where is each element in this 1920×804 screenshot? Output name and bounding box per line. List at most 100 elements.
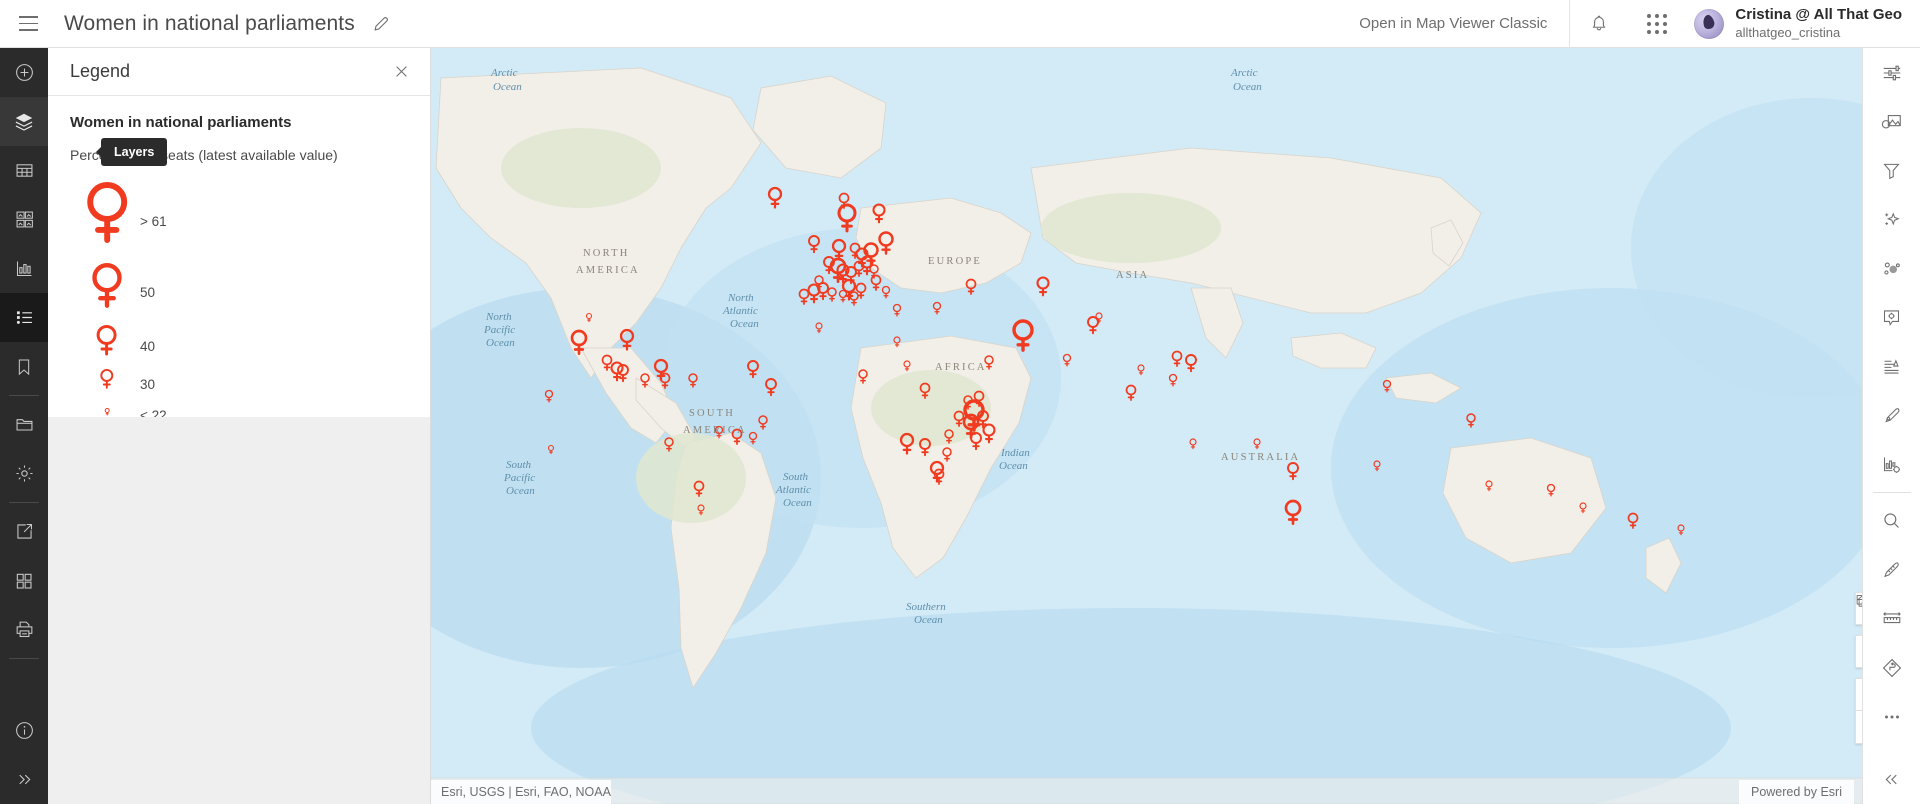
svg-text:Ocean: Ocean [730, 318, 759, 330]
map-viewer-app: Women in national parliaments Open in Ma… [0, 0, 1920, 804]
sidebar-item-tables[interactable] [0, 146, 48, 195]
svg-text:Atlantic: Atlantic [722, 305, 758, 317]
labels-icon[interactable] [1863, 342, 1920, 391]
sidebar-item-layers[interactable] [0, 97, 48, 146]
legend-label: > 61 [140, 214, 167, 230]
svg-text:Arctic: Arctic [1230, 67, 1258, 79]
search-magnifier-icon[interactable] [1863, 496, 1920, 545]
legend-symbol-3 [74, 324, 140, 369]
legend-row: > 61 [74, 181, 408, 262]
sidebar-item-legend[interactable] [0, 293, 48, 342]
grid-apps-icon[interactable] [1628, 0, 1686, 48]
map-canvas[interactable]: Arctic Ocean Arctic Ocean North Atlantic Oce… [431, 48, 1920, 804]
layers-tooltip: Layers [95, 138, 168, 166]
svg-text:Pacific: Pacific [503, 472, 535, 484]
map-attribution: Esri, USGS | Esri, FAO, NOAA [431, 780, 611, 804]
left-toolbar [0, 48, 48, 804]
close-icon[interactable] [388, 59, 414, 85]
sidebar-item-print[interactable] [0, 605, 48, 654]
svg-text:Ocean: Ocean [1233, 81, 1262, 93]
app-header: Women in national parliaments Open in Ma… [0, 0, 1920, 48]
sidebar-item-about[interactable] [0, 706, 48, 755]
svg-text:AFRICA: AFRICA [935, 362, 987, 373]
svg-text:AMERICA: AMERICA [576, 265, 640, 276]
svg-text:ASIA: ASIA [1116, 270, 1149, 281]
legend-symbol-2 [74, 262, 140, 324]
svg-text:Ocean: Ocean [493, 81, 522, 93]
pencil-ruler-icon[interactable] [1863, 545, 1920, 594]
sidebar-item-basemap[interactable] [0, 195, 48, 244]
media-image-icon[interactable] [1863, 97, 1920, 146]
map-graphic: ArcticOcean ArcticOcean NorthAtlanticOce… [431, 48, 1920, 804]
powered-by-esri: Powered by Esri [1738, 780, 1854, 804]
legend-panel-empty-area [48, 417, 430, 804]
effects-sparkle-icon[interactable] [1863, 195, 1920, 244]
legend-symbol-4 [74, 368, 140, 400]
user-account-button[interactable]: Cristina @ All That Geo allthatgeo_crist… [1686, 0, 1920, 48]
right-rail-divider [1872, 492, 1911, 493]
svg-text:Arctic: Arctic [490, 67, 518, 79]
legend-label: 40 [140, 338, 156, 354]
ellipsis-icon[interactable] [1863, 692, 1920, 741]
legend-panel-title: Legend [70, 61, 131, 81]
user-info: Cristina @ All That Geo allthatgeo_crist… [1735, 6, 1902, 41]
rail-divider [9, 395, 39, 396]
svg-text:SOUTH: SOUTH [689, 408, 735, 419]
avatar [1694, 8, 1725, 39]
user-handle: allthatgeo_cristina [1735, 24, 1841, 40]
styles-sliders-icon[interactable] [1863, 48, 1920, 97]
legend-layer-title: Women in national parliaments [70, 114, 292, 131]
sidebar-item-add-layer[interactable] [0, 48, 48, 97]
sidebar-item-folder[interactable] [0, 400, 48, 449]
rail-divider-2 [9, 502, 39, 503]
svg-text:AUSTRALIA: AUSTRALIA [1221, 452, 1300, 463]
legend-row: 50 [74, 262, 408, 324]
legend-row: 40 [74, 324, 408, 369]
sidebar-item-apps[interactable] [0, 556, 48, 605]
header-right-group: Open in Map Viewer Classic Cristina @ Al… [1337, 0, 1920, 48]
svg-text:Ocean: Ocean [783, 497, 812, 509]
filter-funnel-icon[interactable] [1863, 146, 1920, 195]
collapse-rail-chevrons-left-icon[interactable] [1863, 755, 1920, 804]
svg-text:EUROPE: EUROPE [928, 256, 982, 267]
svg-text:Pacific: Pacific [483, 324, 515, 336]
legend-panel-header: Legend [48, 48, 430, 96]
svg-text:Ocean: Ocean [486, 337, 515, 349]
svg-text:NORTH: NORTH [583, 248, 630, 259]
legend-panel: Legend Women in national parliaments Per… [48, 48, 431, 804]
expand-rail-chevrons-right-icon[interactable] [0, 755, 48, 804]
legend-row: 30 [74, 368, 408, 400]
svg-text:South: South [783, 471, 809, 483]
hamburger-icon[interactable] [4, 0, 52, 48]
svg-text:South: South [506, 459, 532, 471]
pencil-icon[interactable] [367, 9, 397, 39]
svg-text:Southern: Southern [906, 601, 946, 613]
bell-icon[interactable] [1570, 0, 1628, 48]
clustering-icon[interactable] [1863, 244, 1920, 293]
svg-text:North: North [485, 311, 512, 323]
sidebar-item-map-settings[interactable] [0, 449, 48, 498]
svg-text:Indian: Indian [1000, 447, 1030, 459]
open-in-map-viewer-classic-link[interactable]: Open in Map Viewer Classic [1337, 15, 1569, 32]
svg-text:Ocean: Ocean [506, 485, 535, 497]
sidebar-item-bookmarks[interactable] [0, 342, 48, 391]
legend-class-list: > 61 50 40 30 < 22 [70, 181, 408, 430]
right-toolbar [1862, 48, 1920, 804]
rail-divider-3 [9, 658, 39, 659]
navigation-icon[interactable] [1863, 643, 1920, 692]
svg-text:Atlantic: Atlantic [775, 484, 811, 496]
legend-symbol-1 [74, 181, 140, 262]
measure-icon[interactable] [1863, 594, 1920, 643]
sidebar-item-share[interactable] [0, 507, 48, 556]
waffle-dots [1647, 13, 1668, 34]
popup-gear-icon[interactable] [1863, 293, 1920, 342]
legend-label: 30 [140, 376, 156, 392]
user-name: Cristina @ All That Geo [1735, 6, 1902, 23]
svg-text:Ocean: Ocean [914, 614, 943, 626]
legend-label: 50 [140, 285, 156, 301]
chart-gear-icon[interactable] [1863, 440, 1920, 489]
pen-tag-icon[interactable] [1863, 391, 1920, 440]
sidebar-item-charts[interactable] [0, 244, 48, 293]
page-title: Women in national parliaments [64, 11, 355, 35]
svg-text:North: North [727, 292, 754, 304]
